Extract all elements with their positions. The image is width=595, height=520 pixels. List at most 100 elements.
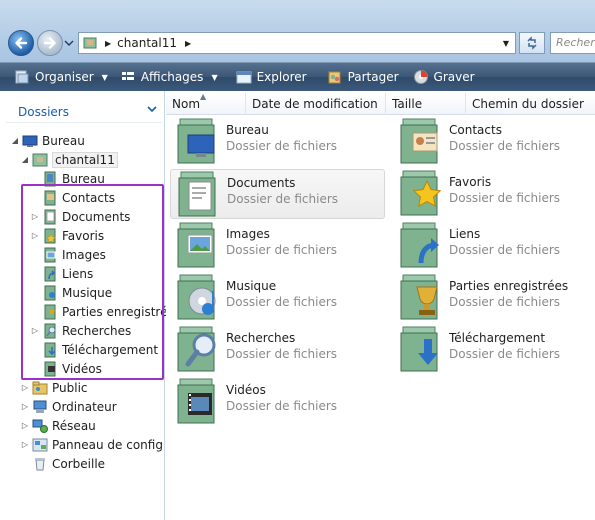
search-input[interactable]: Recherche bbox=[550, 32, 595, 54]
forward-button[interactable] bbox=[37, 30, 63, 56]
documents-folder-icon bbox=[178, 171, 216, 217]
user-folder-icon bbox=[32, 153, 48, 166]
folder-item-videos[interactable]: Vidéos Dossier de fichiers bbox=[170, 377, 385, 427]
music-folder-icon bbox=[177, 274, 216, 320]
column-header-size[interactable]: Taille bbox=[386, 93, 466, 115]
column-header-name[interactable]: ▲ Nom bbox=[166, 92, 246, 115]
item-name: Liens bbox=[449, 227, 481, 241]
folder-item-liens[interactable]: Liens Dossier de fichiers bbox=[393, 221, 595, 271]
folder-item-telechargement[interactable]: Téléchargement Dossier de fichiers bbox=[393, 325, 595, 375]
item-type: Dossier de fichiers bbox=[226, 295, 338, 309]
network-icon bbox=[32, 419, 48, 433]
public-folder-icon bbox=[32, 381, 48, 394]
item-name: Musique bbox=[226, 279, 277, 293]
folder-item-bureau[interactable]: Bureau Dossier de fichiers bbox=[170, 117, 385, 167]
folders-header-label: Dossiers bbox=[18, 104, 69, 119]
item-name: Contacts bbox=[449, 123, 502, 137]
content-pane: ▲ Nom Date de modification Taille Chemin… bbox=[166, 91, 595, 520]
breadcrumb-separator-icon[interactable]: ▶ bbox=[105, 39, 111, 48]
share-label: Partager bbox=[347, 70, 399, 84]
item-name: Favoris bbox=[449, 175, 492, 189]
item-name: Images bbox=[226, 227, 270, 241]
recycle-bin-icon bbox=[35, 457, 45, 470]
burn-disc-icon bbox=[413, 70, 428, 84]
item-name: Recherches bbox=[226, 331, 296, 345]
folder-item-favoris[interactable]: Favoris Dossier de fichiers bbox=[393, 169, 595, 219]
folder-item-contacts[interactable]: Contacts Dossier de fichiers bbox=[393, 117, 595, 167]
burn-label: Graver bbox=[433, 70, 475, 84]
item-name: Téléchargement bbox=[449, 331, 546, 345]
saved-games-folder-icon bbox=[400, 274, 438, 320]
folder-item-musique[interactable]: Musique Dossier de fichiers bbox=[170, 273, 385, 323]
command-bar: Organiser ▼ Affichages ▼ Explorer Partag… bbox=[0, 62, 595, 91]
address-bar: ▶ chantal11 ▶ ▼ Recherche bbox=[0, 0, 595, 62]
back-button[interactable] bbox=[8, 30, 34, 56]
videos-folder-icon bbox=[177, 378, 215, 424]
chevron-down-icon[interactable] bbox=[146, 103, 158, 115]
tree-item-public[interactable]: ▷ Public bbox=[20, 378, 88, 397]
tree-item-ordinateur[interactable]: ▷ Ordinateur bbox=[20, 397, 117, 416]
item-type: Dossier de fichiers bbox=[226, 139, 338, 153]
tree-item-reseau[interactable]: ▷ Réseau bbox=[20, 416, 96, 435]
item-name: Documents bbox=[227, 176, 296, 190]
refresh-button[interactable] bbox=[519, 32, 545, 54]
control-panel-icon bbox=[32, 438, 48, 451]
favorites-folder-icon bbox=[400, 170, 442, 216]
searches-folder-icon bbox=[177, 326, 216, 372]
folder-item-parties-enregistrees[interactable]: Parties enregistrées Dossier de fichiers bbox=[393, 273, 595, 323]
tree-item-chantal11[interactable]: ◢ chantal11 bbox=[20, 150, 118, 169]
organize-icon bbox=[15, 70, 29, 84]
item-type: Dossier de fichiers bbox=[226, 347, 338, 361]
item-type: Dossier de fichiers bbox=[226, 243, 338, 257]
views-icon bbox=[121, 72, 134, 80]
links-folder-icon bbox=[400, 222, 439, 268]
item-type: Dossier de fichiers bbox=[449, 191, 561, 205]
arrow-left-icon bbox=[15, 37, 28, 49]
tree-item-corbeille[interactable]: Corbeille bbox=[20, 454, 105, 473]
expand-arrow-icon[interactable]: ▷ bbox=[20, 383, 30, 392]
contacts-folder-icon bbox=[400, 118, 438, 164]
explore-button[interactable]: Explorer bbox=[230, 63, 313, 91]
collapse-arrow-icon[interactable]: ◢ bbox=[20, 155, 30, 164]
breadcrumb-current[interactable]: chantal11 bbox=[117, 36, 177, 50]
expand-arrow-icon[interactable]: ▷ bbox=[20, 421, 30, 430]
item-type: Dossier de fichiers bbox=[227, 192, 339, 206]
item-name: Vidéos bbox=[226, 383, 266, 397]
folder-item-recherches[interactable]: Recherches Dossier de fichiers bbox=[170, 325, 385, 375]
navigation-pane: Dossiers ◢ Bureau ◢ chantal11 Bureau Con… bbox=[0, 91, 181, 520]
expand-arrow-icon[interactable]: ▷ bbox=[20, 402, 30, 411]
expand-arrow-icon[interactable]: ▷ bbox=[20, 440, 30, 449]
arrow-right-icon bbox=[43, 37, 56, 49]
address-dropdown-icon[interactable]: ▼ bbox=[499, 36, 513, 50]
column-header-path[interactable]: Chemin du dossier bbox=[466, 93, 595, 115]
chevron-down-icon: ▼ bbox=[211, 72, 218, 82]
explore-label: Explorer bbox=[256, 70, 307, 84]
share-icon bbox=[328, 71, 341, 84]
tree-item-panneau-de-configuration[interactable]: ▷ Panneau de configuration bbox=[20, 435, 162, 454]
folder-item-documents[interactable]: Documents Dossier de fichiers bbox=[170, 169, 385, 219]
collapse-arrow-icon[interactable]: ◢ bbox=[10, 136, 20, 145]
user-folder-icon bbox=[83, 37, 97, 49]
item-type: Dossier de fichiers bbox=[449, 139, 561, 153]
views-button[interactable]: Affichages ▼ bbox=[114, 63, 224, 91]
item-type: Dossier de fichiers bbox=[449, 347, 561, 361]
computer-icon bbox=[33, 400, 47, 413]
downloads-folder-icon bbox=[400, 326, 438, 372]
item-type: Dossier de fichiers bbox=[226, 399, 338, 413]
breadcrumb-separator-icon[interactable]: ▶ bbox=[185, 39, 191, 48]
tree-item-desktop[interactable]: ◢ Bureau bbox=[10, 131, 85, 150]
burn-button[interactable]: Graver bbox=[407, 63, 481, 91]
share-button[interactable]: Partager bbox=[321, 63, 405, 91]
item-type: Dossier de fichiers bbox=[449, 295, 561, 309]
column-header-modified[interactable]: Date de modification bbox=[246, 93, 386, 115]
column-headers: ▲ Nom Date de modification Taille Chemin… bbox=[166, 92, 595, 115]
item-type: Dossier de fichiers bbox=[449, 243, 561, 257]
history-dropdown-icon[interactable] bbox=[64, 37, 74, 49]
folder-item-images[interactable]: Images Dossier de fichiers bbox=[170, 221, 385, 271]
folders-header[interactable]: Dossiers bbox=[6, 101, 162, 123]
refresh-icon bbox=[527, 36, 537, 50]
organize-button[interactable]: Organiser ▼ bbox=[0, 63, 114, 91]
views-label: Affichages bbox=[140, 70, 204, 84]
explorer-icon bbox=[236, 71, 252, 84]
address-field[interactable]: ▶ chantal11 ▶ ▼ bbox=[78, 32, 516, 54]
